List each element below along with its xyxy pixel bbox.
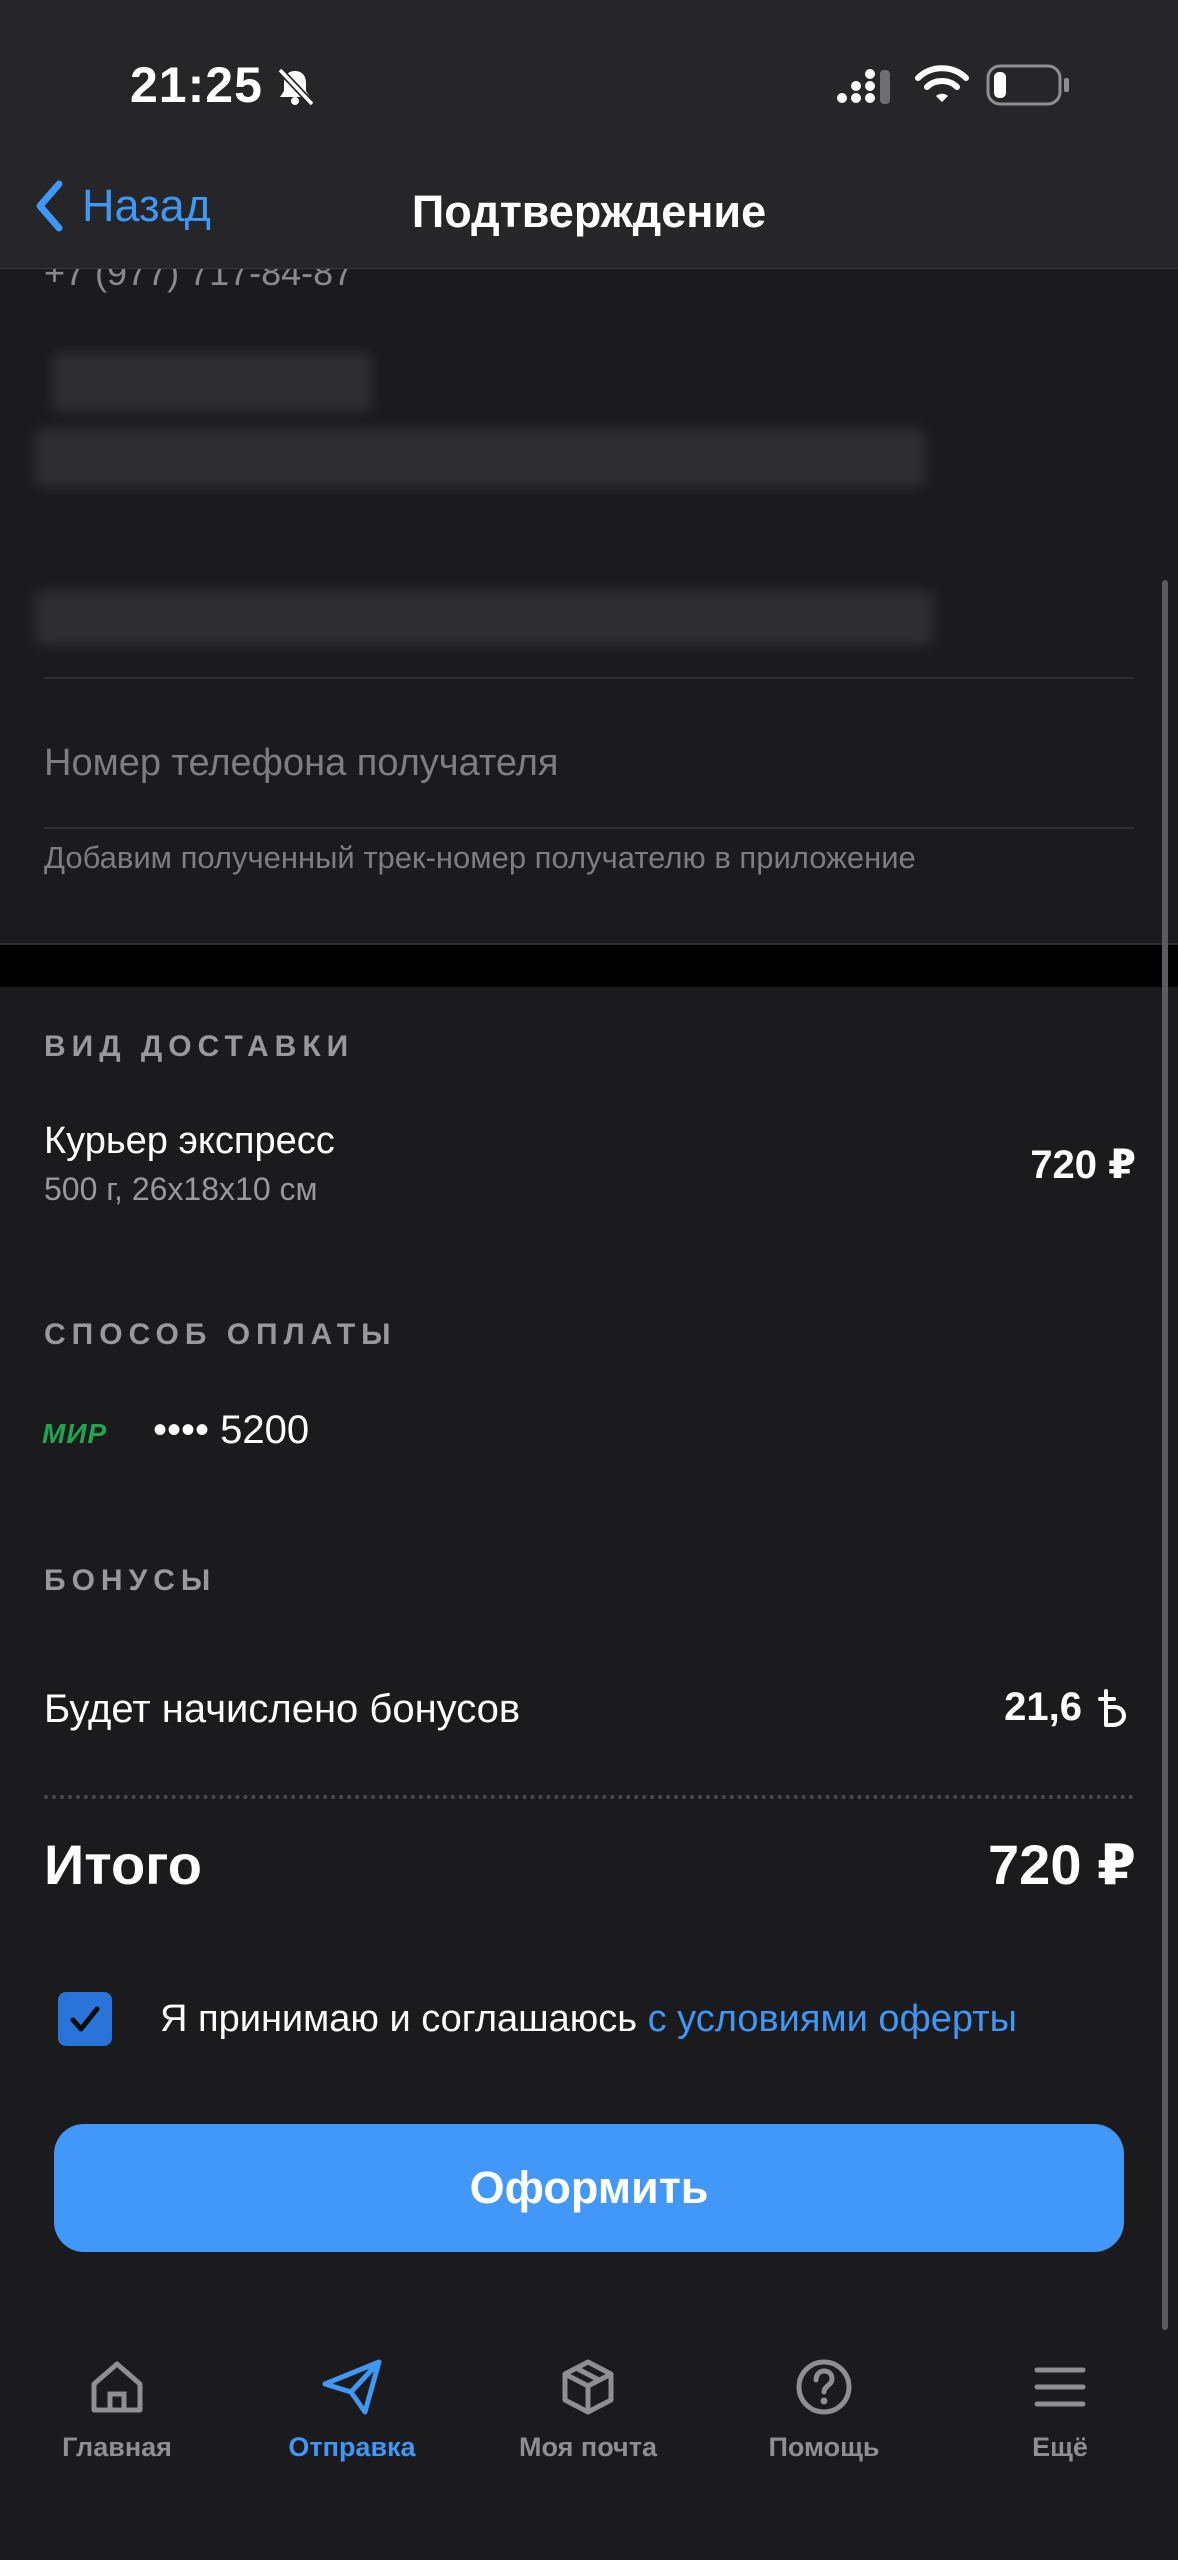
battery-icon [986, 64, 1069, 106]
delivery-section-title: ВИД ДОСТАВКИ [44, 1030, 355, 1063]
agreement-label: Я принимаю и соглашаюсь [160, 1998, 638, 2040]
payment-section-title: СПОСОБ ОПЛАТЫ [44, 1318, 397, 1351]
paper-plane-icon [322, 2359, 382, 2415]
tab-help-label: Помощь [768, 2432, 880, 2462]
scrollbar[interactable] [1162, 580, 1168, 2330]
wifi-icon [915, 65, 969, 102]
package-icon [562, 2359, 614, 2415]
section-separator [0, 943, 1178, 987]
bonus-amount: 21,6 [1004, 1685, 1082, 1729]
divider [44, 827, 1134, 829]
redacted-address [34, 428, 926, 488]
redacted-name [52, 352, 372, 412]
home-icon [91, 2361, 143, 2413]
tab-my-post-label: Моя почта [519, 2432, 657, 2462]
bonuses-section-title: БОНУСЫ [44, 1564, 217, 1597]
page-title: Подтверждение [411, 186, 767, 237]
mir-card-logo: МИР [42, 1418, 108, 1449]
tab-my-post[interactable]: Моя почта [488, 2356, 688, 2463]
offer-terms-link[interactable]: с условиями оферты [648, 1998, 1017, 2040]
submit-order-button[interactable]: Оформить [54, 2124, 1124, 2252]
status-time: 21:25 [130, 57, 263, 113]
total-divider [44, 1795, 1134, 1799]
tab-help[interactable]: Помощь [724, 2356, 924, 2463]
card-number[interactable]: •••• 5200 [153, 1408, 309, 1453]
divider [44, 677, 1134, 679]
agreement-checkbox[interactable] [58, 1992, 112, 2046]
bonus-label: Будет начислено бонусов [44, 1687, 521, 1731]
checkmark-icon [70, 2006, 100, 2032]
recipient-phone-input[interactable]: Номер телефона получателя [44, 742, 559, 785]
menu-icon [1034, 2367, 1086, 2407]
tab-home-label: Главная [62, 2432, 172, 2462]
bonus-currency-icon [1098, 1688, 1126, 1727]
delivery-details: 500 г, 26x18x10 см [44, 1171, 318, 1207]
total-value: 720 ₽ [988, 1833, 1136, 1896]
tab-send-label: Отправка [288, 2432, 416, 2462]
bell-muted-icon [277, 67, 315, 107]
tab-more-label: Ещё [1032, 2432, 1088, 2462]
redacted-address-line [34, 590, 934, 646]
total-label: Итого [44, 1833, 202, 1896]
agreement-text: Я принимаю и соглашаюсь с условиями офер… [160, 1998, 1017, 2041]
cellular-signal-icon [837, 69, 890, 104]
recipient-phone-hint: Добавим полученный трек-номер получателю… [44, 840, 916, 875]
tab-more[interactable]: Ещё [960, 2356, 1160, 2463]
tab-send[interactable]: Отправка [252, 2356, 452, 2463]
delivery-price: 720 ₽ [1030, 1143, 1136, 1187]
tab-home[interactable]: Главная [17, 2356, 217, 2463]
delivery-name: Курьер экспресс [44, 1120, 335, 1162]
bonus-value: 21,6 [1004, 1685, 1126, 1730]
top-bar: 21:25 Назад Подтверждение [0, 0, 1178, 269]
help-icon [796, 2359, 852, 2415]
